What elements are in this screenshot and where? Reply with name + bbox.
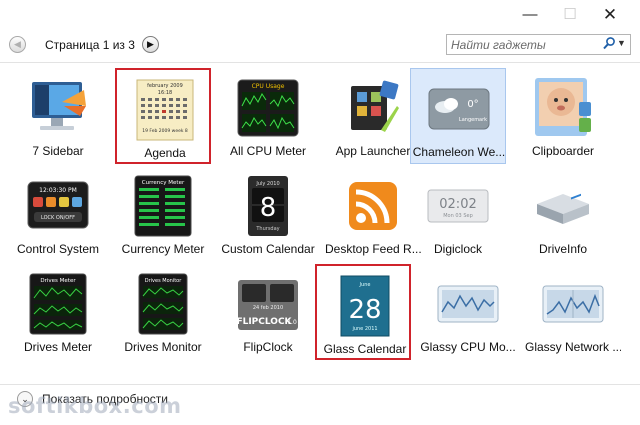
- gadget-chameleon-weather[interactable]: 0° Langemark Chameleon We...: [410, 68, 506, 164]
- gadget-label: Drives Meter: [23, 340, 92, 354]
- gadget-label: All CPU Meter: [229, 144, 306, 158]
- glass-thumb-month: June: [359, 282, 371, 288]
- agenda-thumb-time: 16:18: [158, 90, 172, 96]
- custom-thumb-day: 8: [260, 193, 277, 223]
- agenda-thumb-title: february 2009: [147, 83, 183, 89]
- gadget-drives-monitor[interactable]: Drives Monitor Drives Monitor: [115, 264, 211, 360]
- gadget-label: Chameleon We...: [412, 145, 506, 159]
- title-bar: — ☐ ✕: [0, 0, 640, 30]
- gadget-drives-meter[interactable]: Drives Meter Drives Meter: [10, 264, 106, 360]
- custom-thumb-month: July 2010: [255, 181, 279, 187]
- minimize-button[interactable]: —: [516, 4, 544, 26]
- baby-photo-icon: [535, 78, 591, 136]
- gadget-label: Glassy CPU Mo...: [420, 340, 516, 354]
- gadget-label: Currency Meter: [121, 242, 205, 256]
- digiclock-icon: 02:02 Mon 03 Sep: [427, 189, 489, 223]
- maximize-button[interactable]: ☐: [556, 4, 584, 26]
- flipclock-icon: 24 feb 2010 FLIPCLOCK 1.0: [236, 280, 298, 330]
- drives-meter-icon: Drives Meter: [29, 273, 87, 335]
- gadget-glassy-network-monitor[interactable]: Glassy Network ...: [525, 264, 621, 360]
- drives-monitor-thumb-title: Drives Monitor: [145, 278, 182, 284]
- currency-meter-icon: Currency Meter: [134, 175, 192, 237]
- gadget-glassy-cpu-monitor[interactable]: Glassy CPU Mo...: [420, 264, 516, 360]
- agenda-thumb-footer: 19 Feb 2009 week 8: [142, 128, 188, 134]
- gadget-label: Drives Monitor: [124, 340, 202, 354]
- gadget-label: Agenda: [144, 146, 186, 160]
- gadget-label: App Launcher: [335, 144, 411, 158]
- drives-monitor-icon: Drives Monitor: [138, 273, 188, 335]
- drives-meter-thumb-title: Drives Meter: [40, 278, 76, 284]
- cpu-meter-icon: CPU Usage: [237, 79, 299, 137]
- glass-thumb-footer: june 2011: [351, 326, 377, 332]
- custom-thumb-weekday: Thursday: [255, 226, 279, 232]
- previous-page-button[interactable]: ◀: [9, 36, 26, 53]
- watermark-logo: softikbox.com: [8, 394, 182, 418]
- flipclock-thumb-version: 1.0: [287, 319, 297, 326]
- gadget-desktop-feed-reader[interactable]: Desktop Feed R...: [325, 166, 421, 262]
- gadget-control-system[interactable]: 12:03:30 PM LOCK ON/OFF Control System: [10, 166, 106, 262]
- control-thumb-time: 12:03:30 PM: [39, 187, 77, 194]
- glassy-cpu-icon: [437, 285, 499, 323]
- gadget-label: FlipClock: [243, 340, 293, 354]
- control-thumb-text: LOCK ON/OFF: [41, 215, 75, 221]
- gadget-label: Desktop Feed R...: [325, 242, 421, 256]
- gadget-app-launcher[interactable]: App Launcher: [325, 68, 421, 164]
- glass-thumb-day: 28: [348, 295, 381, 325]
- navigation-bar: ◀ Страница 1 из 3 ▶ ▼: [0, 33, 640, 57]
- flipclock-thumb-text: FLIPCLOCK: [236, 317, 292, 327]
- gadget-custom-calendar[interactable]: July 2010 8 Thursday Custom Calendar: [220, 166, 316, 262]
- gadget-label: Control System: [16, 242, 100, 256]
- custom-calendar-icon: July 2010 8 Thursday: [248, 176, 288, 236]
- search-box[interactable]: ▼: [446, 34, 631, 55]
- digiclock-thumb-date: Mon 03 Sep: [443, 213, 473, 219]
- flipclock-thumb-date: 24 feb 2010: [253, 305, 283, 311]
- gadget-currency-meter[interactable]: Currency Meter Currency Meter: [115, 166, 211, 262]
- cpu-thumb-title: CPU Usage: [252, 83, 285, 90]
- next-page-button[interactable]: ▶: [142, 36, 159, 53]
- search-input[interactable]: [451, 37, 591, 52]
- digiclock-thumb-time: 02:02: [439, 197, 476, 212]
- gadget-digiclock[interactable]: 02:02 Mon 03 Sep Digiclock: [410, 166, 506, 262]
- divider: [0, 62, 640, 63]
- gadget-7-sidebar[interactable]: 7 Sidebar: [10, 68, 106, 164]
- gadget-label: Glassy Network ...: [525, 340, 621, 354]
- rss-feed-icon: [349, 182, 397, 230]
- glassy-network-icon: [542, 285, 604, 323]
- gadget-label: Glass Calendar: [323, 342, 407, 356]
- search-dropdown-icon[interactable]: ▼: [617, 38, 626, 48]
- app-launcher-icon: [351, 80, 399, 132]
- weather-thumb-city: Langemark: [459, 117, 487, 123]
- gadget-agenda[interactable]: february 2009 16:18 19 Feb 2009 week 8 A…: [115, 68, 211, 164]
- gadget-label: 7 Sidebar: [32, 144, 84, 158]
- agenda-calendar-icon: february 2009 16:18 19 Feb 2009 week 8: [136, 79, 194, 141]
- gadget-clipboarder[interactable]: Clipboarder: [515, 68, 611, 164]
- currency-thumb-title: Currency Meter: [142, 180, 185, 186]
- control-system-icon: 12:03:30 PM LOCK ON/OFF: [27, 181, 89, 229]
- gadget-flipclock[interactable]: 24 feb 2010 FLIPCLOCK 1.0 FlipClock: [220, 264, 316, 360]
- gadget-driveinfo[interactable]: DriveInfo: [515, 166, 611, 262]
- glass-calendar-icon: June 28 june 2011: [340, 275, 390, 337]
- drive-icon: [537, 193, 589, 224]
- gadget-label: DriveInfo: [538, 242, 588, 256]
- close-button[interactable]: ✕: [596, 4, 624, 26]
- search-icon[interactable]: [602, 36, 616, 52]
- weather-thumb-temp: 0°: [467, 99, 478, 110]
- weather-icon: 0° Langemark: [428, 88, 490, 130]
- monitor-icon: [32, 82, 86, 130]
- gadget-label: Digiclock: [433, 242, 482, 256]
- page-indicator: Страница 1 из 3: [45, 38, 135, 52]
- gadget-grid: 7 Sidebar february 2009 16:18 19 Feb 200…: [10, 68, 630, 368]
- gadget-glass-calendar[interactable]: June 28 june 2011 Glass Calendar: [315, 264, 411, 360]
- gadget-label: Custom Calendar: [221, 242, 315, 256]
- gadget-all-cpu-meter[interactable]: CPU Usage All CPU Meter: [220, 68, 316, 164]
- gadget-label: Clipboarder: [531, 144, 595, 158]
